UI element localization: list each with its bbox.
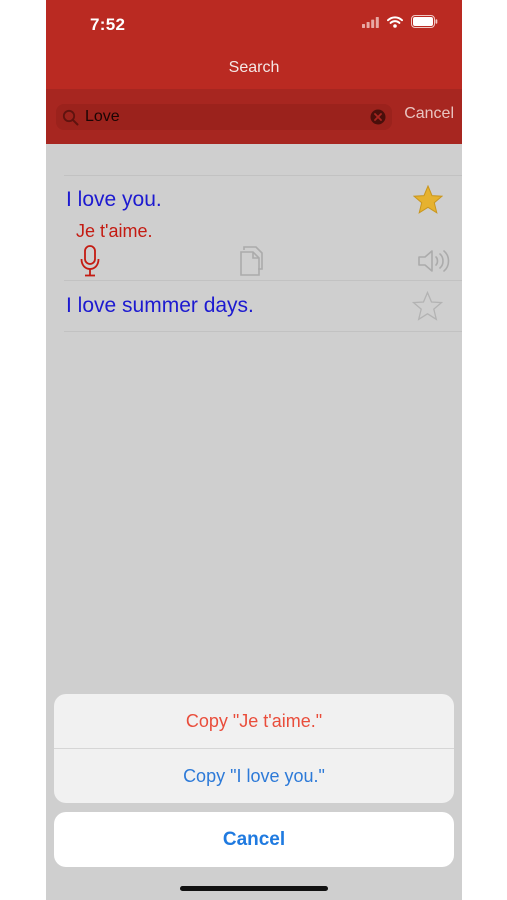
wifi-icon: [387, 15, 403, 33]
microphone-icon[interactable]: [80, 245, 100, 282]
speaker-icon[interactable]: [417, 248, 451, 279]
cancel-button[interactable]: Cancel: [54, 812, 454, 867]
cellular-icon: [362, 15, 379, 33]
result-english-text: I love summer days.: [66, 294, 254, 317]
row-divider: [64, 331, 462, 332]
battery-icon: [411, 15, 438, 33]
row-divider: [64, 175, 462, 176]
action-sheet: Copy "Je t'aime." Copy "I love you.": [54, 694, 454, 803]
navigation-header: 7:52 Search Love Cancel: [46, 0, 462, 144]
copy-icon[interactable]: [239, 246, 267, 281]
star-outline-icon[interactable]: [411, 290, 444, 326]
app-screen: 7:52 Search Love Cancel I love you. Je t…: [46, 0, 462, 900]
status-time: 7:52: [90, 15, 126, 34]
copy-english-button[interactable]: Copy "I love you.": [54, 749, 454, 803]
result-french-text: Je t'aime.: [76, 221, 153, 241]
row-divider: [64, 280, 462, 281]
result-english-text: I love you.: [66, 188, 162, 211]
search-icon: [62, 109, 80, 131]
page-title: Search: [228, 59, 280, 76]
home-indicator[interactable]: [180, 886, 328, 891]
search-bar: Love Cancel: [46, 89, 462, 144]
copy-french-button[interactable]: Copy "Je t'aime.": [54, 694, 454, 748]
clear-icon[interactable]: [370, 109, 386, 130]
star-filled-icon[interactable]: [412, 184, 444, 219]
status-icons: [362, 15, 438, 33]
search-input[interactable]: Love: [56, 104, 392, 130]
search-input-value: Love: [85, 108, 120, 125]
search-cancel-button[interactable]: Cancel: [404, 105, 454, 123]
